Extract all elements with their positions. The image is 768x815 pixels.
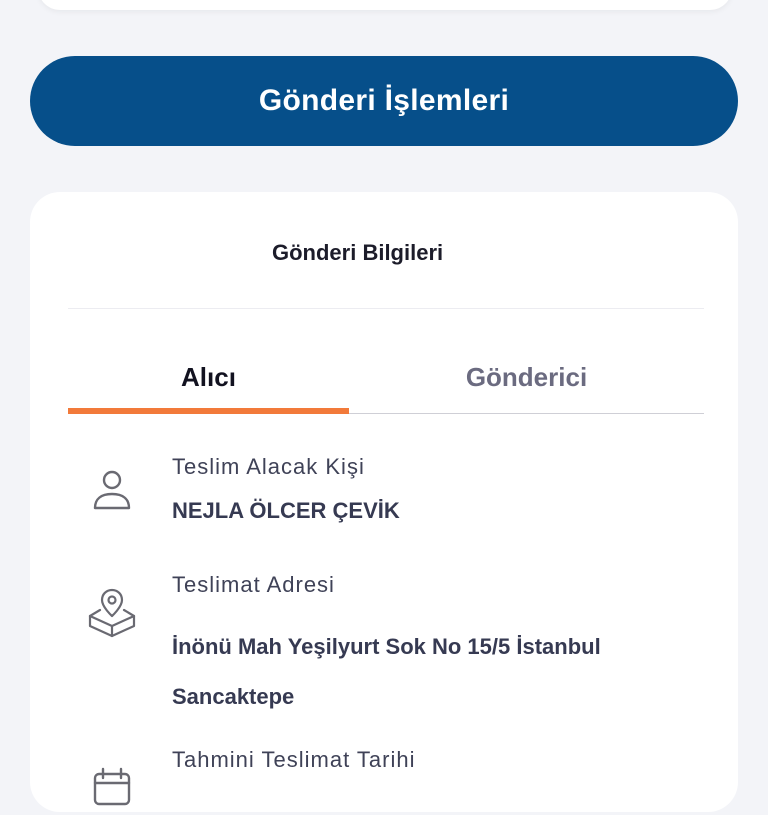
address-row: Teslimat Adresi İnönü Mah Yeşilyurt Sok … [84, 570, 684, 710]
card-title: Gönderi Bilgileri [272, 240, 444, 265]
person-icon [84, 462, 140, 518]
tab-sender[interactable]: Gönderici [349, 342, 704, 412]
tab-recipient[interactable]: Alıcı [68, 342, 349, 412]
shipment-info-card: Gönderi Bilgileri Alıcı Gönderici Teslim… [30, 192, 738, 812]
recipient-row: Teslim Alacak Kişi NEJLA ÖLCER ÇEVİK [84, 450, 684, 530]
previous-card [38, 0, 732, 10]
recipient-label: Teslim Alacak Kişi [172, 454, 365, 479]
address-line-1: İnönü Mah Yeşilyurt Sok No 15/5 İstanbul [172, 634, 601, 659]
divider [68, 308, 704, 309]
delivery-date-row: Tahmini Teslimat Tarihi [84, 747, 684, 807]
tab-bar: Alıcı Gönderici [68, 342, 704, 415]
address-label: Teslimat Adresi [172, 572, 335, 597]
address-line-2: Sancaktepe [172, 684, 295, 709]
shipment-operations-button[interactable]: Gönderi İşlemleri [30, 56, 738, 146]
calendar-icon [84, 759, 140, 815]
delivery-date-label: Tahmini Teslimat Tarihi [172, 747, 416, 772]
recipient-name: NEJLA ÖLCER ÇEVİK [172, 498, 400, 523]
address-value: İnönü Mah Yeşilyurt Sok No 15/5 İstanbul… [172, 622, 601, 722]
active-tab-indicator [68, 408, 349, 414]
map-pin-box-icon [84, 584, 140, 640]
